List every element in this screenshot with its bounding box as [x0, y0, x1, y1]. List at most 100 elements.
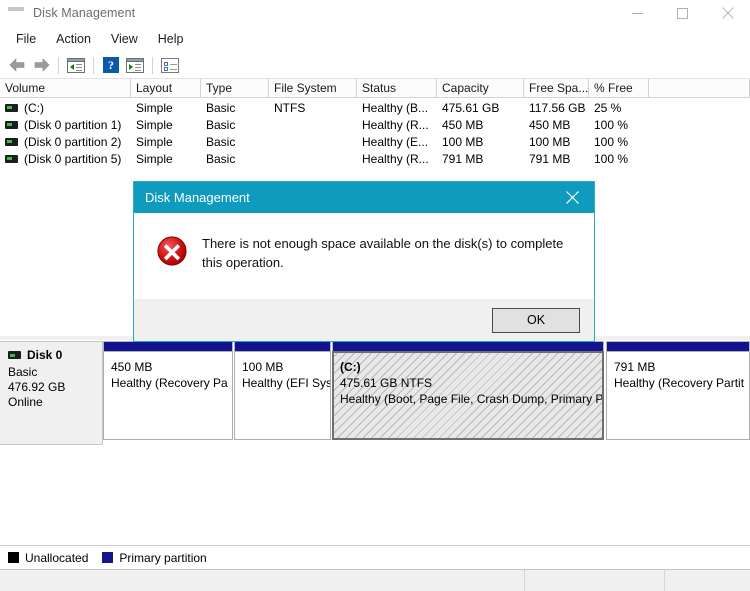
- table-row[interactable]: (Disk 0 partition 5) Simple Basic Health…: [0, 150, 750, 167]
- status-pane-3: [665, 570, 750, 591]
- cell-volume: (Disk 0 partition 1): [24, 117, 122, 132]
- disk-drive-icon: [8, 5, 24, 21]
- disk-name: Disk 0: [27, 348, 63, 362]
- menu-view[interactable]: View: [101, 29, 148, 49]
- toolbar-separator: [93, 56, 94, 74]
- partition-color-bar: [606, 341, 750, 351]
- maximize-button[interactable]: [660, 0, 705, 26]
- column-header-volume[interactable]: Volume: [0, 79, 131, 98]
- properties-icon[interactable]: [158, 54, 182, 77]
- partition-status: Healthy (Recovery Pa: [111, 376, 228, 390]
- cell-percent-free: 25 %: [594, 100, 622, 115]
- volume-icon: [5, 154, 18, 163]
- cell-status: Healthy (R...: [362, 151, 429, 166]
- column-header-file-system[interactable]: File System: [269, 79, 357, 98]
- dialog-footer: OK: [134, 299, 594, 341]
- cell-status: Healthy (R...: [362, 117, 429, 132]
- close-button[interactable]: [705, 0, 750, 26]
- column-header-layout[interactable]: Layout: [131, 79, 201, 98]
- status-pane-main: [0, 570, 525, 591]
- cell-capacity: 100 MB: [442, 134, 484, 149]
- disk-status: Online: [8, 395, 43, 409]
- partition-status: Healthy (Recovery Partit: [614, 376, 745, 390]
- cell-capacity: 475.61 GB: [442, 100, 500, 115]
- cell-volume: (Disk 0 partition 2): [24, 134, 122, 149]
- volume-icon: [5, 137, 18, 146]
- toolbar: ?: [0, 52, 750, 79]
- show-hide-action-pane-icon[interactable]: [123, 54, 147, 77]
- cell-volume: (Disk 0 partition 5): [24, 151, 122, 166]
- legend-swatch-unallocated: [8, 552, 19, 563]
- cell-free-space: 450 MB: [529, 117, 571, 132]
- minimize-button[interactable]: [615, 0, 660, 26]
- partition-block[interactable]: 450 MB Healthy (Recovery Pa: [103, 341, 233, 440]
- volume-list-header: Volume Layout Type File System Status Ca…: [0, 79, 750, 98]
- dialog-title-bar: Disk Management: [134, 182, 594, 213]
- dialog-message: There is not enough space available on t…: [202, 236, 564, 270]
- cell-volume: (C:): [24, 100, 44, 115]
- toolbar-separator: [152, 56, 153, 74]
- legend: Unallocated Primary partition: [0, 545, 750, 569]
- ok-button[interactable]: OK: [492, 307, 580, 333]
- cell-type: Basic: [206, 100, 236, 115]
- menu-file[interactable]: File: [6, 29, 46, 49]
- cell-percent-free: 100 %: [594, 151, 629, 166]
- error-icon: [156, 235, 188, 267]
- error-dialog: Disk Management There is not enough spac…: [133, 181, 595, 342]
- column-header-free-space[interactable]: Free Spa...: [524, 79, 589, 98]
- partition-label: (C:): [340, 360, 361, 374]
- cell-status: Healthy (B...: [362, 100, 429, 115]
- partition-block-selected[interactable]: (C:) 475.61 GB NTFS Healthy (Boot, Page …: [332, 341, 604, 440]
- cell-status: Healthy (E...: [362, 134, 429, 149]
- column-header-capacity[interactable]: Capacity: [437, 79, 524, 98]
- cell-type: Basic: [206, 117, 236, 132]
- partition-status: Healthy (EFI Sys: [242, 376, 331, 390]
- table-row[interactable]: (Disk 0 partition 1) Simple Basic Health…: [0, 116, 750, 133]
- cell-file-system: NTFS: [274, 100, 306, 115]
- volume-rows: (C:) Simple Basic NTFS Healthy (B... 475…: [0, 98, 750, 167]
- legend-label-unallocated: Unallocated: [25, 550, 89, 565]
- disk-icon: [8, 351, 21, 359]
- show-hide-console-tree-icon[interactable]: [64, 54, 88, 77]
- disk-row: Disk 0 Basic 476.92 GB Online 450 MB Hea…: [0, 341, 750, 445]
- column-header-filler[interactable]: [649, 79, 750, 98]
- cell-type: Basic: [206, 151, 236, 166]
- cell-free-space: 791 MB: [529, 151, 571, 166]
- partition-color-bar: [234, 341, 331, 351]
- help-icon[interactable]: ?: [99, 54, 123, 77]
- cell-capacity: 791 MB: [442, 151, 484, 166]
- legend-swatch-primary-partition: [102, 552, 114, 563]
- disk-info-panel[interactable]: Disk 0 Basic 476.92 GB Online: [0, 341, 103, 445]
- disk-management-window: Disk Management File Action View Help ? …: [0, 0, 750, 591]
- cell-layout: Simple: [136, 100, 173, 115]
- column-header-percent-free[interactable]: % Free: [589, 79, 649, 98]
- cell-layout: Simple: [136, 134, 173, 149]
- menu-action[interactable]: Action: [46, 29, 101, 49]
- partition-block[interactable]: 100 MB Healthy (EFI Sys: [234, 341, 331, 440]
- column-header-status[interactable]: Status: [357, 79, 437, 98]
- cell-percent-free: 100 %: [594, 117, 629, 132]
- table-row[interactable]: (Disk 0 partition 2) Simple Basic Health…: [0, 133, 750, 150]
- forward-arrow-icon[interactable]: [29, 54, 53, 77]
- cell-free-space: 100 MB: [529, 134, 571, 149]
- dialog-close-button[interactable]: [550, 182, 594, 213]
- back-arrow-icon[interactable]: [5, 54, 29, 77]
- title-bar: Disk Management: [0, 0, 750, 26]
- partition-size: 791 MB: [614, 360, 656, 374]
- status-pane-2: [525, 570, 665, 591]
- column-header-type[interactable]: Type: [201, 79, 269, 98]
- disk-size: 476.92 GB: [8, 380, 66, 394]
- cell-type: Basic: [206, 134, 236, 149]
- status-bar: [0, 569, 750, 591]
- menu-help[interactable]: Help: [148, 29, 194, 49]
- partition-strip: 450 MB Healthy (Recovery Pa 100 MB Healt…: [103, 341, 750, 445]
- cell-capacity: 450 MB: [442, 117, 484, 132]
- legend-item-primary-partition: Primary partition: [102, 550, 207, 565]
- menu-bar: File Action View Help: [0, 26, 750, 52]
- partition-color-bar: [332, 341, 604, 351]
- legend-label-primary-partition: Primary partition: [119, 550, 207, 565]
- partition-size: 475.61 GB NTFS: [340, 376, 433, 390]
- table-row[interactable]: (C:) Simple Basic NTFS Healthy (B... 475…: [0, 99, 750, 116]
- partition-block[interactable]: 791 MB Healthy (Recovery Partit: [606, 341, 750, 440]
- window-title: Disk Management: [33, 6, 136, 20]
